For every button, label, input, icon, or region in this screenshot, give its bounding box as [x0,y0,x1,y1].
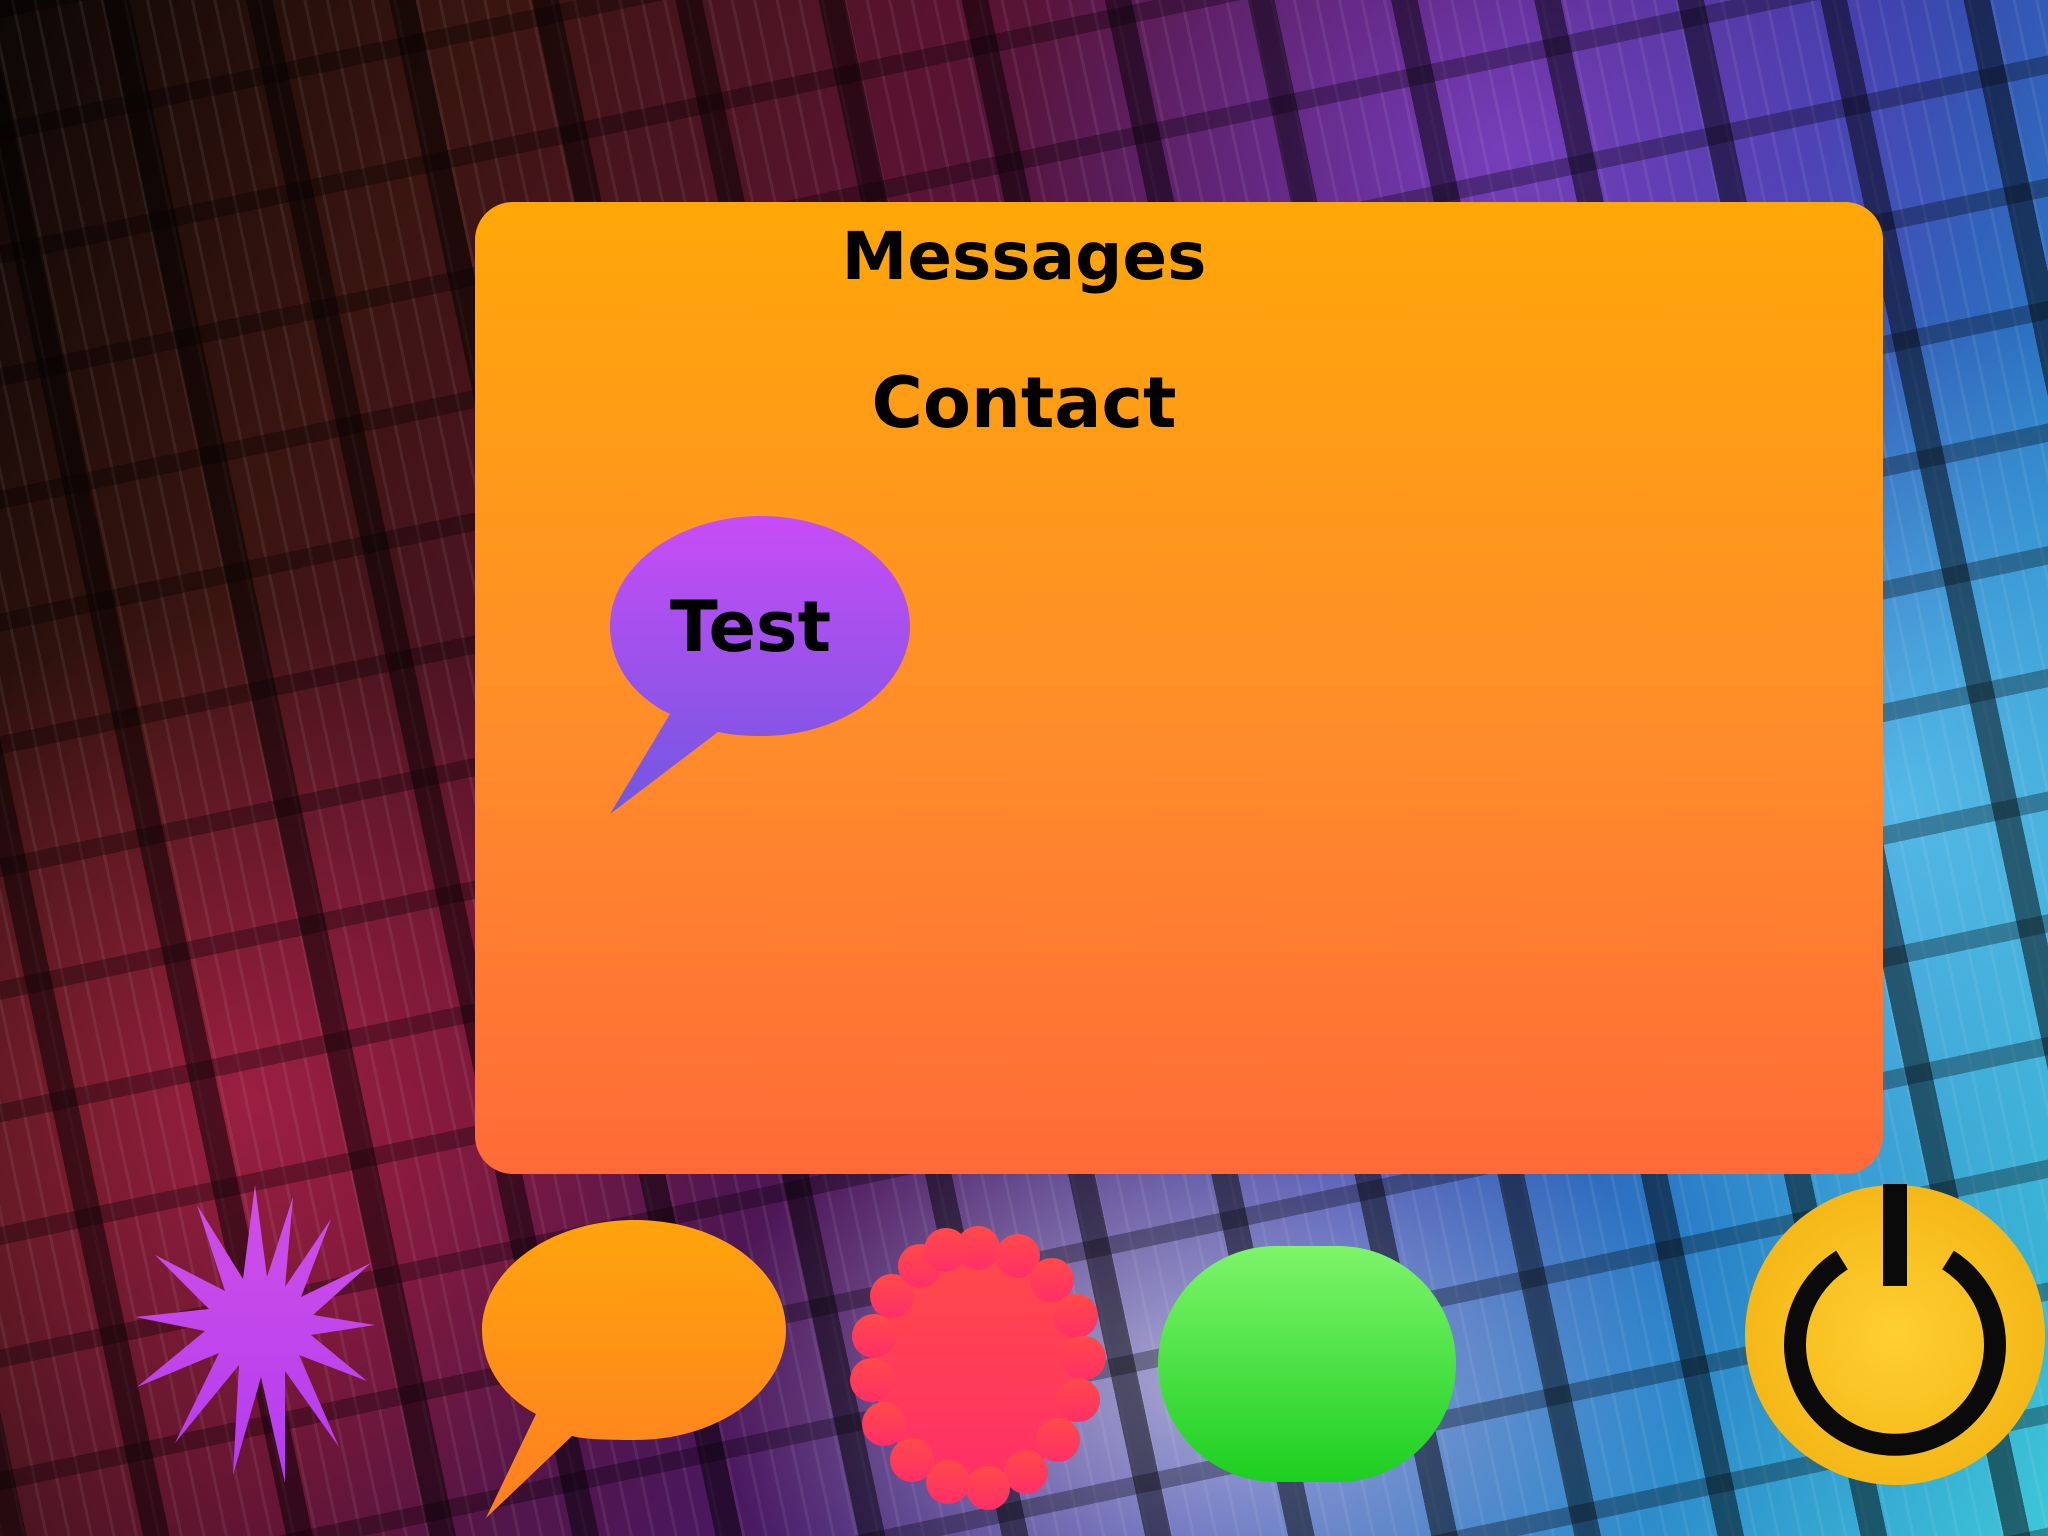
flower-icon[interactable] [850,1218,1106,1518]
green-pill-icon[interactable] [1156,1244,1458,1484]
panel-title: Messages [841,218,1207,295]
starburst-icon[interactable] [135,1185,375,1485]
power-icon[interactable] [1742,1182,2048,1488]
contact-heading: Contact [871,362,1177,444]
speech-bubble-icon[interactable] [480,1218,790,1518]
message-bubble-label: Test [670,586,832,668]
